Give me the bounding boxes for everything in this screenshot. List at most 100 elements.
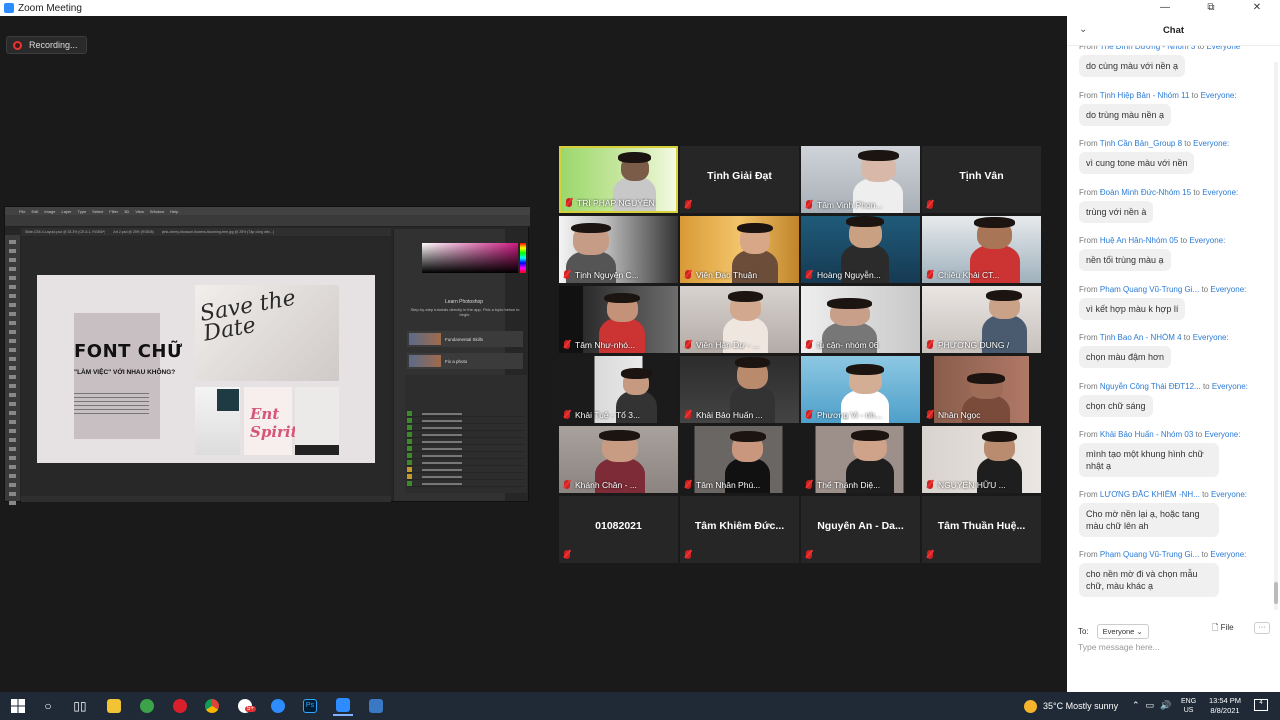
recording-indicator[interactable]: Recording... xyxy=(6,36,87,54)
chat-sender[interactable]: Tịnh Hiệp Bản - Nhóm 11 xyxy=(1100,91,1190,100)
chat-sender[interactable]: Phạm Quang Vũ-Trung Gi... xyxy=(1100,550,1199,559)
app-blue-icon[interactable] xyxy=(366,696,386,716)
participant-name: Phương Vi - nh... xyxy=(817,410,882,420)
participant-name: Tâm Thuần Huệ... xyxy=(937,520,1026,532)
ps-menu-item: File xyxy=(19,208,26,214)
participant-tile[interactable]: NGUYỄN HỮU ... xyxy=(922,426,1041,493)
chat-sender[interactable]: Phạm Quang Vũ-Trung Gi... xyxy=(1100,285,1199,294)
participant-name: TRÍ PHÁP NGUYỄN xyxy=(577,198,655,208)
doc-paragraph xyxy=(74,393,149,415)
participant-tile[interactable]: Viên Đạo Thuận xyxy=(680,216,799,283)
muted-mic-icon xyxy=(685,480,691,489)
chat-sender[interactable]: Đoàn Minh Đức-Nhóm 15 xyxy=(1100,188,1191,197)
chat-bubble: Cho mờ nền lại ạ, hoặc tang màu chữ lên … xyxy=(1079,503,1219,537)
ps-menubar: File Edit Image Layer Type Select Filter 3D View… xyxy=(5,207,530,215)
chat-scrollbar[interactable] xyxy=(1274,62,1278,610)
chat-input[interactable]: Type message here... xyxy=(1078,642,1160,652)
participant-tile[interactable]: Nhân Ngọc xyxy=(922,356,1041,423)
chat-recipient: Everyone: xyxy=(1210,490,1247,499)
chat-sender[interactable]: Tịnh Bao An - NHÓM 4 xyxy=(1100,333,1182,342)
language-indicator[interactable]: ENG US xyxy=(1181,697,1196,715)
chat-sender[interactable]: Huệ An Hân-Nhóm 05 xyxy=(1100,236,1178,245)
chat-sender[interactable]: Tịnh Cần Bản_Group 8 xyxy=(1100,139,1182,148)
photoshop-icon[interactable]: Ps xyxy=(300,696,320,716)
chat-to-word: to xyxy=(1184,139,1191,148)
chat-to-word: to xyxy=(1180,236,1188,245)
weather-text[interactable]: 35°C Mostly sunny xyxy=(1043,701,1118,711)
participant-tile[interactable]: Chiêu Khải CT... xyxy=(922,216,1041,283)
messenger-icon[interactable] xyxy=(268,696,288,716)
chat-to-word: to xyxy=(1193,187,1200,197)
ps-options-bar xyxy=(5,215,530,227)
chat-recipient-select[interactable]: Everyone ⌄ xyxy=(1096,624,1149,639)
ps-menu-item: Window xyxy=(149,208,165,214)
clock[interactable]: 13:54 PM 8/8/2021 xyxy=(1205,696,1245,716)
ps-status-bar xyxy=(21,496,391,502)
participant-name: Tịnh Nguyên C... xyxy=(575,270,639,280)
chat-message-list[interactable]: From The Đình Dương - Nhóm 3 to Everyone… xyxy=(1067,46,1280,626)
participant-tile[interactable]: Khải Bảo Huấn ... xyxy=(680,356,799,423)
participant-tile[interactable]: tủ cận- nhóm 06 xyxy=(801,286,920,353)
tray-icons[interactable]: ⌃▭🔊 xyxy=(1132,700,1177,711)
participant-tile[interactable]: Khải Tuệ - Tổ 3... xyxy=(559,356,678,423)
doc-script-text: Save the Date xyxy=(198,285,298,347)
search-icon[interactable]: ○ xyxy=(38,696,58,716)
chrome-icon[interactable] xyxy=(202,696,222,716)
app-green-icon[interactable] xyxy=(137,696,157,716)
participant-tile[interactable]: Nguyên An - Da... xyxy=(801,496,920,563)
muted-mic-icon xyxy=(564,340,570,349)
ps-card-fix-photo: Fix a photo xyxy=(407,353,523,369)
chat-from-word: From xyxy=(1079,381,1098,391)
participant-tile[interactable]: Tâm Khiêm Đức... xyxy=(680,496,799,563)
chat-message-meta: From Đoàn Minh Đức-Nhóm 15 to Everyone: xyxy=(1079,188,1271,197)
chat-sender[interactable]: Khải Bảo Huấn - Nhóm 03 xyxy=(1100,430,1193,439)
muted-mic-icon xyxy=(566,198,572,207)
participant-tile[interactable]: Hoàng Nguyễn... xyxy=(801,216,920,283)
participant-name: Chiêu Khải CT... xyxy=(938,270,1000,280)
participant-tile[interactable]: 01082021 xyxy=(559,496,678,563)
chat-bubble: nền tối trùng màu ạ xyxy=(1079,249,1171,271)
participant-tile[interactable]: Tịnh Vân xyxy=(922,146,1041,213)
chat-sender[interactable]: Nguyễn Công Thái ĐĐT12... xyxy=(1100,382,1201,391)
participant-name: tủ cận- nhóm 06 xyxy=(817,340,879,350)
shared-screen[interactable]: File Edit Image Layer Type Select Filter 3D View… xyxy=(4,206,530,505)
participant-tile[interactable]: Tâm Nhân Phú... xyxy=(680,426,799,493)
chat-sender[interactable]: LƯƠNG ĐẮC KHIÊM -NH... xyxy=(1100,490,1200,499)
participant-tile[interactable]: Tịnh Nguyên C... xyxy=(559,216,678,283)
windows-start-icon[interactable] xyxy=(8,696,28,716)
notification-center-icon[interactable]: 4 xyxy=(1254,699,1268,711)
muted-mic-icon xyxy=(685,410,691,419)
task-view-icon[interactable]: ▯▯ xyxy=(70,696,90,716)
chat-more-button[interactable]: ··· xyxy=(1254,622,1270,634)
participant-tile[interactable]: Viên Hân Dự - ... xyxy=(680,286,799,353)
opera-icon[interactable] xyxy=(170,696,190,716)
file-explorer-icon[interactable] xyxy=(104,696,124,716)
chat-message: From Tịnh Cần Bản_Group 8 to Everyone: vì… xyxy=(1079,139,1271,174)
chat-recipient: Everyone: xyxy=(1189,236,1226,245)
muted-mic-icon xyxy=(927,200,933,209)
participant-tile[interactable]: Phương Vi - nh... xyxy=(801,356,920,423)
windows-taskbar: ○ ▯▯ 5+ Ps 35°C Mostly sunny ⌃▭🔊 ENG US 1… xyxy=(0,692,1280,720)
participant-tile[interactable]: Tịnh Giải Đạt xyxy=(680,146,799,213)
participant-tile[interactable]: Tâm Vinh Phon... xyxy=(801,146,920,213)
close-button[interactable]: ✕ xyxy=(1234,0,1280,16)
participant-tile[interactable]: Tâm Thuần Huệ... xyxy=(922,496,1041,563)
muted-mic-icon xyxy=(927,480,933,489)
ps-learn-text: Step-by-step tutorials directly in the a… xyxy=(410,307,520,317)
participant-tile[interactable]: Khánh Chân - ... xyxy=(559,426,678,493)
muted-mic-icon xyxy=(927,340,933,349)
chat-file-button[interactable]: 🗋 File xyxy=(1212,622,1234,636)
participant-tile[interactable]: Thể Thánh Diệ... xyxy=(801,426,920,493)
chat-sender[interactable]: The Đình Dương - Nhóm 3 xyxy=(1100,46,1196,51)
chat-message-meta: From Tịnh Hiệp Bản - Nhóm 11 to Everyone… xyxy=(1079,91,1271,100)
ps-layer xyxy=(407,460,525,466)
participant-tile[interactable]: Tâm Như-nhó... xyxy=(559,286,678,353)
chat-recipient-row: To: Everyone ⌄ xyxy=(1078,624,1149,639)
participant-tile[interactable]: PHƯƠNG DUNG / xyxy=(922,286,1041,353)
minimize-button[interactable]: — xyxy=(1142,0,1188,16)
participant-tile[interactable]: TRÍ PHÁP NGUYỄN xyxy=(559,146,678,213)
zoom-taskbar-icon[interactable] xyxy=(333,696,353,716)
chat-message-meta: From Tịnh Bao An - NHÓM 4 to Everyone: xyxy=(1079,333,1271,342)
chat-from-word: From xyxy=(1079,46,1098,51)
restore-button[interactable]: ⧉ xyxy=(1188,0,1234,16)
